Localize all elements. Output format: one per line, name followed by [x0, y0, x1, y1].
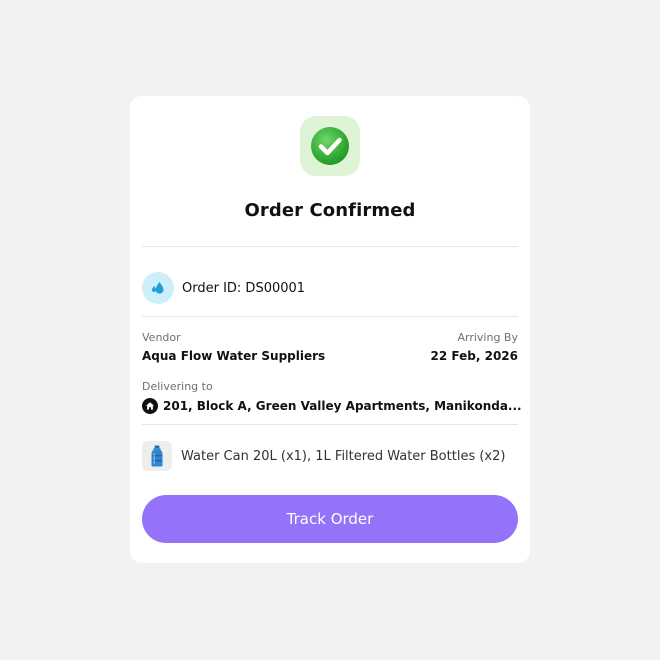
divider — [142, 246, 518, 247]
home-icon — [142, 398, 158, 414]
delivering-to-label: Delivering to — [142, 380, 213, 393]
page-title: Order Confirmed — [244, 200, 416, 221]
order-confirmation-card: Order Confirmed Order ID: DS00001 Vendor… — [130, 96, 530, 563]
water-drop-icon — [142, 272, 174, 304]
delivery-address: 201, Block A, Green Valley Apartments, M… — [163, 399, 522, 413]
order-items-text: Water Can 20L (x1), 1L Filtered Water Bo… — [181, 448, 506, 464]
water-bottle-icon — [142, 441, 172, 471]
divider — [142, 424, 518, 425]
vendor-label: Vendor — [142, 331, 181, 344]
arriving-by-label: Arriving By — [457, 331, 518, 344]
order-items-row: Water Can 20L (x1), 1L Filtered Water Bo… — [142, 441, 505, 471]
divider — [142, 316, 518, 317]
check-circle-icon — [300, 116, 360, 176]
order-id-text: Order ID: DS00001 — [182, 280, 306, 296]
track-order-button[interactable]: Track Order — [142, 495, 518, 543]
arrival-date: 22 Feb, 2026 — [430, 349, 518, 363]
vendor-name: Aqua Flow Water Suppliers — [142, 349, 326, 363]
order-id-row: Order ID: DS00001 — [142, 272, 305, 304]
delivery-address-row: 201, Block A, Green Valley Apartments, M… — [142, 398, 522, 414]
